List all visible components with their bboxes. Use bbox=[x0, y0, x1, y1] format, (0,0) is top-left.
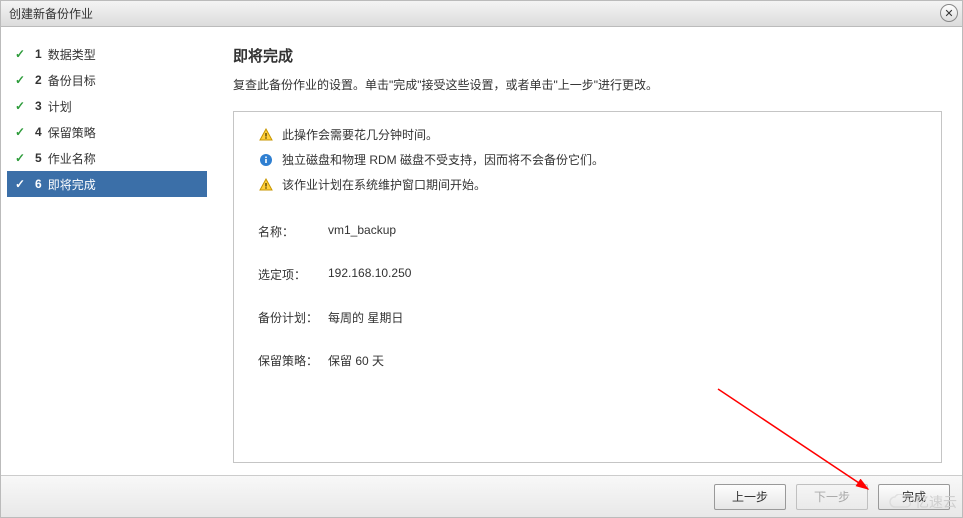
summary-key: 名称： bbox=[258, 223, 328, 240]
dialog: 创建新备份作业 ✕ ✓ 1 数据类型 ✓ 2 备份目标 ✓ 3 计划 ✓ 4 保留策略 ✓ 5 作业名称 ✓ 6… bbox=[0, 0, 963, 518]
summary-box: 此操作会需要花几分钟时间。独立磁盘和物理 RDM 磁盘不受支持，因而将不会备份它… bbox=[233, 111, 942, 463]
step-2[interactable]: ✓ 2 备份目标 bbox=[7, 67, 207, 93]
wizard-steps: ✓ 1 数据类型 ✓ 2 备份目标 ✓ 3 计划 ✓ 4 保留策略 ✓ 5 作业名称 ✓ 6 即将完成 bbox=[1, 27, 213, 475]
close-button[interactable]: ✕ bbox=[940, 4, 958, 22]
warning-icon bbox=[258, 177, 274, 193]
step-5[interactable]: ✓ 5 作业名称 bbox=[7, 145, 207, 171]
dialog-title: 创建新备份作业 bbox=[9, 5, 93, 22]
summary-key: 备份计划： bbox=[258, 309, 328, 326]
page-description: 复查此备份作业的设置。单击"完成"接受这些设置，或者单击"上一步"进行更改。 bbox=[233, 76, 942, 93]
step-1[interactable]: ✓ 1 数据类型 bbox=[7, 41, 207, 67]
summary-key: 选定项： bbox=[258, 266, 328, 283]
summary-row: 选定项：192.168.10.250 bbox=[258, 266, 917, 283]
next-button: 下一步 bbox=[796, 484, 868, 510]
step-label: 即将完成 bbox=[48, 176, 96, 193]
step-3[interactable]: ✓ 3 计划 bbox=[7, 93, 207, 119]
notice-text: 此操作会需要花几分钟时间。 bbox=[282, 126, 438, 143]
back-button[interactable]: 上一步 bbox=[714, 484, 786, 510]
step-number: 5 bbox=[35, 151, 42, 165]
check-icon: ✓ bbox=[15, 177, 29, 191]
summary-row: 保留策略：保留 60 天 bbox=[258, 352, 917, 369]
summary-value: 保留 60 天 bbox=[328, 352, 384, 369]
page-title: 即将完成 bbox=[233, 45, 942, 66]
check-icon: ✓ bbox=[15, 99, 29, 113]
titlebar: 创建新备份作业 ✕ bbox=[1, 1, 962, 27]
summary-row: 名称：vm1_backup bbox=[258, 223, 917, 240]
step-label: 数据类型 bbox=[48, 46, 96, 63]
check-icon: ✓ bbox=[15, 151, 29, 165]
close-icon: ✕ bbox=[944, 7, 953, 20]
summary-value: 192.168.10.250 bbox=[328, 266, 411, 283]
step-number: 6 bbox=[35, 177, 42, 191]
notice-text: 该作业计划在系统维护窗口期间开始。 bbox=[282, 176, 486, 193]
notice-row: 独立磁盘和物理 RDM 磁盘不受支持，因而将不会备份它们。 bbox=[258, 151, 917, 168]
dialog-body: ✓ 1 数据类型 ✓ 2 备份目标 ✓ 3 计划 ✓ 4 保留策略 ✓ 5 作业名称 ✓ 6 即将完成 即将完成 … bbox=[1, 27, 962, 475]
finish-button[interactable]: 完成 bbox=[878, 484, 950, 510]
check-icon: ✓ bbox=[15, 73, 29, 87]
summary-value: 每周的 星期日 bbox=[328, 309, 403, 326]
summary-row: 备份计划：每周的 星期日 bbox=[258, 309, 917, 326]
step-label: 备份目标 bbox=[48, 72, 96, 89]
content-area: 即将完成 复查此备份作业的设置。单击"完成"接受这些设置，或者单击"上一步"进行… bbox=[213, 27, 962, 475]
step-label: 作业名称 bbox=[48, 150, 96, 167]
summary-value: vm1_backup bbox=[328, 223, 396, 240]
step-number: 2 bbox=[35, 73, 42, 87]
info-icon bbox=[258, 152, 274, 168]
notice-row: 此操作会需要花几分钟时间。 bbox=[258, 126, 917, 143]
step-number: 3 bbox=[35, 99, 42, 113]
warning-icon bbox=[258, 127, 274, 143]
step-label: 计划 bbox=[48, 98, 72, 115]
summary-key: 保留策略： bbox=[258, 352, 328, 369]
step-4[interactable]: ✓ 4 保留策略 bbox=[7, 119, 207, 145]
step-number: 4 bbox=[35, 125, 42, 139]
notice-text: 独立磁盘和物理 RDM 磁盘不受支持，因而将不会备份它们。 bbox=[282, 151, 604, 168]
footer: 上一步 下一步 完成 bbox=[1, 475, 962, 517]
step-label: 保留策略 bbox=[48, 124, 96, 141]
check-icon: ✓ bbox=[15, 47, 29, 61]
check-icon: ✓ bbox=[15, 125, 29, 139]
notice-row: 该作业计划在系统维护窗口期间开始。 bbox=[258, 176, 917, 193]
step-number: 1 bbox=[35, 47, 42, 61]
step-6[interactable]: ✓ 6 即将完成 bbox=[7, 171, 207, 197]
